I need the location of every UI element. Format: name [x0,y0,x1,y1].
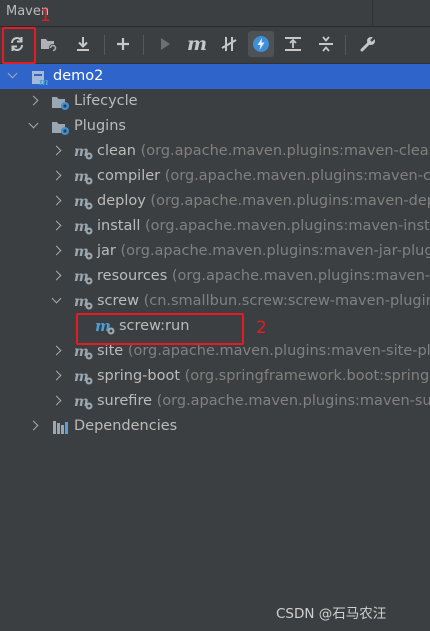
run-icon[interactable] [152,31,178,57]
watermark-text: CSDN @石马农汪 [276,606,387,622]
skip-tests-icon[interactable] [216,31,242,57]
collapse-all-icon[interactable] [313,31,339,57]
maven-plugin-icon: m [74,343,93,361]
plugin-name: deploy [97,193,146,209]
plugin-coordinates: (cn.smallbun.screw:screw-maven-plugin [143,293,430,309]
plugin-row-clean[interactable]: m clean (org.apache.maven.plugins:maven-… [0,139,430,164]
toolbar-separator [345,35,346,55]
plugin-row-resources[interactable]: m resources (org.apache.maven.plugins:ma… [0,264,430,289]
plugin-name: surefire [97,393,153,409]
expand-arrow[interactable] [51,270,62,281]
plugin-coordinates: (org.springframework.boot:spring [184,368,430,384]
dependencies-icon [51,418,69,436]
plugins-folder-icon [51,118,69,136]
expand-arrow[interactable] [51,220,62,231]
annotation-box-1 [2,27,36,64]
maven-plugin-icon: m [74,143,93,161]
svg-text:m: m [39,78,48,86]
add-project-icon[interactable] [36,31,62,57]
download-icon[interactable] [70,31,96,57]
plugin-coordinates: (org.apache.maven.plugins:maven-dep [150,193,430,209]
maven-plugin-icon: m [74,243,93,261]
lifecycle-label: Lifecycle [74,93,138,109]
plugin-name: screw [97,293,139,309]
show-dependencies-icon[interactable] [280,31,306,57]
plugin-row-surefire[interactable]: m surefire (org.apache.maven.plugins:mav… [0,389,430,414]
maven-plugin-icon: m [74,218,93,236]
plugin-row-jar[interactable]: m jar (org.apache.maven.plugins:maven-ja… [0,239,430,264]
lifecycle-folder-icon [51,93,69,111]
tree-row-dependencies[interactable]: Dependencies [0,414,430,439]
maven-plugin-icon: m [74,193,93,211]
maven-project-icon: m [30,68,49,88]
offline-icon[interactable] [248,31,274,57]
tool-window-header: Maven [0,0,430,27]
maven-plugin-icon: m [74,393,93,411]
maven-plugin-icon: m [74,368,93,386]
project-name: demo2 [53,68,104,84]
header-divider [372,0,373,26]
maven-goal-icon[interactable]: m [184,31,210,57]
plugin-name: clean [97,143,136,159]
expand-arrow[interactable] [51,293,62,304]
plugin-name: install [97,218,141,234]
plugin-row-compiler[interactable]: m compiler (org.apache.maven.plugins:mav… [0,164,430,189]
plugin-row-install[interactable]: m install (org.apache.maven.plugins:mave… [0,214,430,239]
annotation-number-2: 2 [256,318,267,338]
plugin-name: site [97,343,124,359]
plugin-coordinates: (org.apache.maven.plugins:maven-insta [145,218,430,234]
maven-toolbar: m [0,27,430,64]
expand-arrow[interactable] [7,68,18,79]
expand-arrow[interactable] [51,170,62,181]
plugin-coordinates: (org.apache.maven.plugins:maven-clean [140,143,430,159]
plugin-row-screw[interactable]: m screw (cn.smallbun.screw:screw-maven-p… [0,289,430,314]
plus-icon[interactable] [110,31,136,57]
expand-arrow[interactable] [28,95,39,106]
toolbar-separator [104,35,105,55]
plugin-name: spring-boot [97,368,181,384]
expand-arrow[interactable] [51,195,62,206]
tree-row-plugins[interactable]: Plugins [0,114,430,139]
plugin-coordinates: (org.apache.maven.plugins:maven-site-plu [127,343,430,359]
maven-plugin-icon: m [74,268,93,286]
plugin-coordinates: (org.apache.maven.plugins:maven-sur [156,393,430,409]
plugin-coordinates: (org.apache.maven.plugins:maven-jar-plug [120,243,430,259]
expand-arrow[interactable] [51,145,62,156]
maven-plugin-icon: m [74,293,93,311]
toolbar-separator [143,35,144,55]
plugin-row-spring-boot[interactable]: m spring-boot (org.springframework.boot:… [0,364,430,389]
expand-arrow[interactable] [28,420,39,431]
maven-plugin-icon: m [74,168,93,186]
settings-wrench-icon[interactable] [355,31,381,57]
expand-arrow[interactable] [51,370,62,381]
tree-row-lifecycle[interactable]: Lifecycle [0,89,430,114]
expand-arrow[interactable] [28,118,39,129]
dependencies-label: Dependencies [74,418,178,434]
plugin-row-deploy[interactable]: m deploy (org.apache.maven.plugins:maven… [0,189,430,214]
tree-row-project[interactable]: m demo2 [0,64,430,89]
plugin-coordinates: (org.apache.maven.plugins:maven-co [164,168,430,184]
plugins-label: Plugins [74,118,126,134]
expand-arrow[interactable] [51,345,62,356]
plugin-name: jar [97,243,116,259]
plugin-coordinates: (org.apache.maven.plugins:maven-r [171,268,430,284]
plugin-name: compiler [97,168,161,184]
annotation-number-1: 1 [40,6,51,26]
plugin-name: resources [97,268,168,284]
annotation-box-2 [76,313,244,345]
expand-arrow[interactable] [51,395,62,406]
expand-arrow[interactable] [51,245,62,256]
